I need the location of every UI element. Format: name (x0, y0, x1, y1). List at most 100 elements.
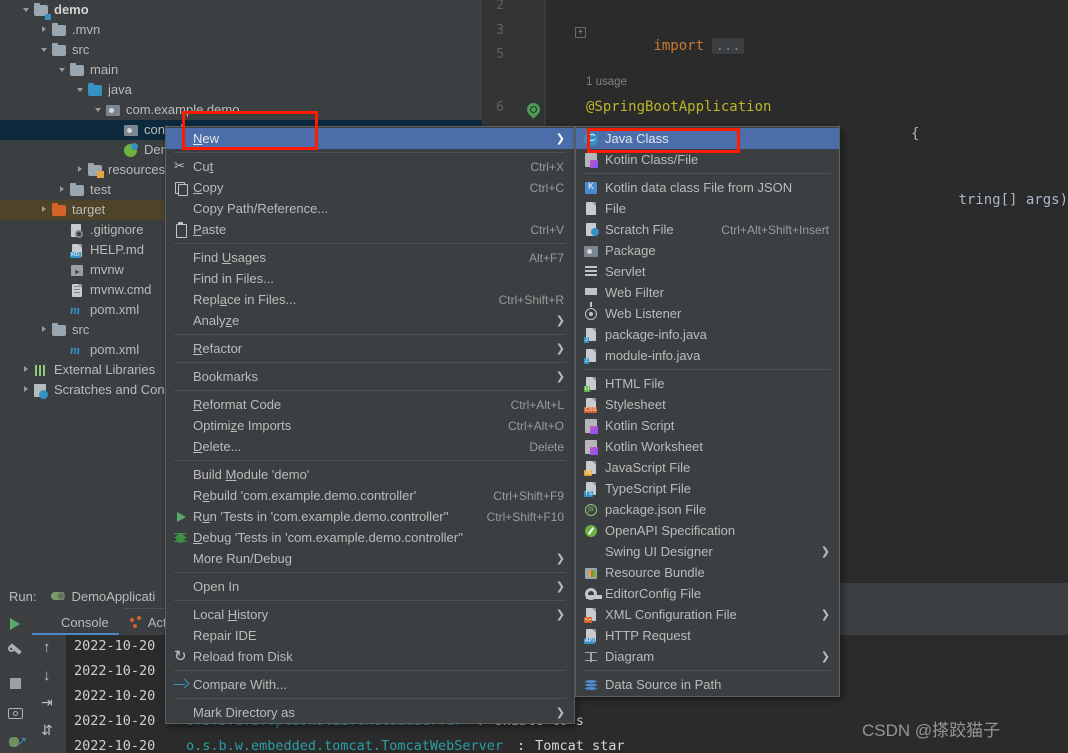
menu-item-compare-with[interactable]: Compare With... (166, 674, 574, 695)
menu-item-analyze[interactable]: Analyze❯ (166, 310, 574, 331)
new-menu-item-resource-bundle[interactable]: Resource Bundle (576, 562, 839, 583)
folded-imports[interactable]: ... (712, 38, 743, 54)
new-submenu[interactable]: Java ClassKotlin Class/File Kotlin data c… (575, 126, 840, 697)
run-gutter-icon[interactable] (524, 100, 542, 118)
new-menu-item-kotlin-class-file[interactable]: Kotlin Class/File (576, 149, 839, 170)
scroll-to-end-button[interactable]: ⇵ (32, 719, 66, 747)
tree-node[interactable]: .mvn (0, 20, 482, 40)
tree-expand-arrow-icon[interactable] (58, 280, 69, 300)
menu-item-cut[interactable]: CutCtrl+X (166, 156, 574, 177)
menu-item-replace-in-files[interactable]: Replace in Files...Ctrl+Shift+R (166, 289, 574, 310)
new-menu-item-swing-ui-designer[interactable]: Swing UI Designer❯ (576, 541, 839, 562)
menu-item-optimize-imports[interactable]: Optimize ImportsCtrl+Alt+O (166, 415, 574, 436)
tree-expand-arrow-icon[interactable] (58, 240, 69, 260)
menu-item-paste[interactable]: PasteCtrl+V (166, 219, 574, 240)
fold-toggle-icon[interactable]: + (575, 27, 586, 38)
new-menu-item-data-source-in-path[interactable]: Data Source in Path (576, 674, 839, 695)
tree-expand-arrow-icon[interactable] (94, 100, 105, 120)
tree-expand-arrow-icon[interactable] (40, 200, 51, 220)
menu-item-more-run-debug[interactable]: More Run/Debug❯ (166, 548, 574, 569)
new-menu-item-diagram[interactable]: Diagram❯ (576, 646, 839, 667)
run-left-toolbar[interactable]: ↗ (0, 609, 32, 753)
new-menu-item-package[interactable]: Package (576, 240, 839, 261)
tree-expand-arrow-icon[interactable] (58, 340, 69, 360)
scroll-up-button[interactable]: ↑ (32, 635, 66, 663)
menu-item-new[interactable]: New❯ (166, 128, 574, 149)
tree-expand-arrow-icon[interactable] (22, 380, 33, 400)
new-menu-item-http-request[interactable]: APIHTTP Request (576, 625, 839, 646)
scroll-down-button[interactable]: ↓ (32, 663, 66, 691)
context-menu[interactable]: New❯ CutCtrl+XCopyCtrl+CCopy Path/Referen… (165, 126, 575, 724)
tree-node[interactable]: java (0, 80, 482, 100)
menu-item-local-history[interactable]: Local History❯ (166, 604, 574, 625)
tree-expand-arrow-icon[interactable] (40, 320, 51, 340)
new-menu-item-web-listener[interactable]: Web Listener (576, 303, 839, 324)
screenshot-button[interactable] (0, 699, 32, 729)
print-button[interactable] (32, 747, 66, 753)
menu-item-copy[interactable]: CopyCtrl+C (166, 177, 574, 198)
new-menu-item-java-class[interactable]: Java Class (576, 128, 839, 149)
tree-expand-arrow-icon[interactable] (112, 120, 123, 140)
new-menu-item-file[interactable]: File (576, 198, 839, 219)
tree-expand-arrow-icon[interactable] (40, 40, 51, 60)
tree-node[interactable]: demo (0, 0, 482, 20)
run-icon (173, 509, 189, 525)
tab-console[interactable]: Console (32, 609, 119, 635)
tree-node[interactable]: main (0, 60, 482, 80)
menu-item-delete[interactable]: Delete...Delete (166, 436, 574, 457)
menu-item-open-in[interactable]: Open In❯ (166, 576, 574, 597)
tree-node[interactable]: com.example.demo (0, 100, 482, 120)
tree-expand-arrow-icon[interactable] (58, 180, 69, 200)
new-menu-item-editorconfig-file[interactable]: EditorConfig File (576, 583, 839, 604)
menu-item-mark-directory-as[interactable]: Mark Directory as❯ (166, 702, 574, 723)
new-menu-item-html-file[interactable]: HHTML File (576, 373, 839, 394)
new-menu-item-kotlin-worksheet[interactable]: Kotlin Worksheet (576, 436, 839, 457)
tree-expand-arrow-icon[interactable] (58, 220, 69, 240)
package-icon (105, 102, 121, 118)
tree-expand-arrow-icon[interactable] (40, 20, 51, 40)
menu-item-shortcut: Ctrl+V (530, 223, 564, 237)
usage-hint[interactable]: 1 usage (586, 76, 627, 88)
menu-item-rebuild-com-example-demo-controller[interactable]: Rebuild 'com.example.demo.controller'Ctr… (166, 485, 574, 506)
menu-item-run-tests-in-com-example-demo-controller[interactable]: Run 'Tests in 'com.example.demo.controll… (166, 506, 574, 527)
menu-item-reload-from-disk[interactable]: Reload from Disk (166, 646, 574, 667)
menu-item-reformat-code[interactable]: Reformat CodeCtrl+Alt+L (166, 394, 574, 415)
new-menu-item-xml-configuration-file[interactable]: <>XML Configuration File❯ (576, 604, 839, 625)
menu-item-repair-ide[interactable]: Repair IDE (166, 625, 574, 646)
tree-expand-arrow-icon[interactable] (22, 0, 33, 20)
menu-item-copy-path-reference[interactable]: Copy Path/Reference... (166, 198, 574, 219)
tree-expand-arrow-icon[interactable] (76, 80, 87, 100)
settings-wrench-button[interactable] (0, 639, 32, 669)
debug-thread-dump-button[interactable]: ↗ (0, 729, 32, 753)
menu-item-find-in-files[interactable]: Find in Files... (166, 268, 574, 289)
stop-button[interactable] (0, 669, 32, 699)
menu-item-build-module-demo[interactable]: Build Module 'demo' (166, 464, 574, 485)
tree-expand-arrow-icon[interactable] (112, 140, 123, 160)
rerun-button[interactable] (0, 609, 32, 639)
new-menu-item-package-json-file[interactable]: package.json File (576, 499, 839, 520)
menu-item-bookmarks[interactable]: Bookmarks❯ (166, 366, 574, 387)
console-side-toolbar[interactable]: ↑ ↓ ⇥ ⇵ (32, 635, 66, 753)
soft-wrap-button[interactable]: ⇥ (32, 691, 66, 719)
new-menu-item-scratch-file[interactable]: Scratch FileCtrl+Alt+Shift+Insert (576, 219, 839, 240)
new-menu-item-module-info-java[interactable]: Jmodule-info.java (576, 345, 839, 366)
new-menu-item-javascript-file[interactable]: JSJavaScript File (576, 457, 839, 478)
tree-expand-arrow-icon[interactable] (76, 160, 87, 180)
tree-node[interactable]: src (0, 40, 482, 60)
new-menu-item-servlet[interactable]: Servlet (576, 261, 839, 282)
new-menu-item-typescript-file[interactable]: TSTypeScript File (576, 478, 839, 499)
menu-item-find-usages[interactable]: Find UsagesAlt+F7 (166, 247, 574, 268)
tree-expand-arrow-icon[interactable] (58, 60, 69, 80)
tree-expand-arrow-icon[interactable] (58, 300, 69, 320)
new-menu-item-kotlin-data-class-file-from-json[interactable]: Kotlin data class File from JSON (576, 177, 839, 198)
new-menu-item-openapi-specification[interactable]: OpenAPI Specification (576, 520, 839, 541)
new-menu-item-stylesheet[interactable]: CSSStylesheet (576, 394, 839, 415)
menu-item-debug-tests-in-com-example-demo-controller[interactable]: Debug 'Tests in 'com.example.demo.contro… (166, 527, 574, 548)
run-configuration-name[interactable]: DemoApplicati (71, 589, 155, 604)
menu-item-refactor[interactable]: Refactor❯ (166, 338, 574, 359)
tree-expand-arrow-icon[interactable] (58, 260, 69, 280)
tree-expand-arrow-icon[interactable] (22, 360, 33, 380)
new-menu-item-kotlin-script[interactable]: Kotlin Script (576, 415, 839, 436)
new-menu-item-package-info-java[interactable]: Jpackage-info.java (576, 324, 839, 345)
new-menu-item-web-filter[interactable]: Web Filter (576, 282, 839, 303)
